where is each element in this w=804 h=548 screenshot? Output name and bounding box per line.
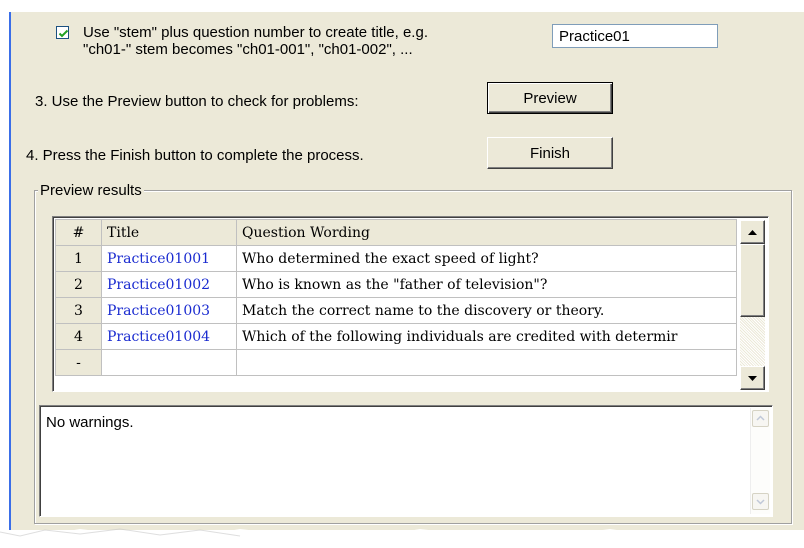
row-number: 1 bbox=[55, 245, 102, 272]
warnings-scroll-up-button[interactable] bbox=[752, 410, 769, 427]
warnings-scroll-down-button[interactable] bbox=[752, 493, 769, 510]
preview-button[interactable]: Preview bbox=[487, 82, 613, 114]
use-stem-label: Use "stem" plus question number to creat… bbox=[83, 24, 428, 58]
row-wording[interactable]: Which of the following individuals are c… bbox=[236, 323, 737, 350]
column-header-number[interactable]: # bbox=[55, 219, 102, 246]
column-header-title[interactable]: Title bbox=[101, 219, 237, 246]
warnings-text: No warnings. bbox=[46, 414, 134, 431]
torn-edge-bottom bbox=[0, 528, 804, 548]
grid-vertical-scrollbar[interactable] bbox=[740, 220, 765, 390]
row-title[interactable] bbox=[101, 349, 237, 376]
header-row: # Title Question Wording bbox=[55, 219, 737, 246]
row-title[interactable]: Practice01003 bbox=[101, 297, 237, 324]
row-number: 4 bbox=[55, 323, 102, 350]
column-header-wording[interactable]: Question Wording bbox=[236, 219, 737, 246]
use-stem-checkbox[interactable] bbox=[56, 26, 69, 39]
row-wording[interactable]: Who determined the exact speed of light? bbox=[236, 245, 737, 272]
scroll-up-button[interactable] bbox=[740, 220, 765, 244]
table-row[interactable]: 4 Practice01004 Which of the following i… bbox=[55, 323, 737, 350]
row-title[interactable]: Practice01004 bbox=[101, 323, 237, 350]
use-stem-label-line1: Use "stem" plus question number to creat… bbox=[83, 24, 428, 41]
row-title[interactable]: Practice01002 bbox=[101, 271, 237, 298]
warnings-box[interactable]: No warnings. bbox=[39, 405, 773, 517]
row-wording[interactable]: Match the correct name to the discovery … bbox=[236, 297, 737, 324]
row-wording[interactable] bbox=[236, 349, 737, 376]
checkmark-icon bbox=[58, 29, 69, 38]
scroll-track[interactable] bbox=[740, 317, 765, 366]
preview-results-label: Preview results bbox=[38, 182, 144, 200]
row-title[interactable]: Practice01001 bbox=[101, 245, 237, 272]
row-wording[interactable]: Who is known as the "father of televisio… bbox=[236, 271, 737, 298]
table-row[interactable]: - bbox=[55, 349, 737, 376]
table-row[interactable]: 2 Practice01002 Who is known as the "fat… bbox=[55, 271, 737, 298]
stem-input[interactable] bbox=[552, 24, 718, 48]
row-number: 3 bbox=[55, 297, 102, 324]
scroll-thumb[interactable] bbox=[740, 244, 765, 317]
torn-edge-top bbox=[0, 0, 804, 12]
warnings-scrollbar[interactable] bbox=[750, 408, 770, 514]
finish-instruction: 4. Press the Finish button to complete t… bbox=[26, 147, 364, 164]
use-stem-label-line2: "ch01-" stem becomes "ch01-001", "ch01-0… bbox=[83, 41, 413, 58]
preview-instruction: 3. Use the Preview button to check for p… bbox=[35, 93, 359, 110]
preview-results-grid[interactable]: # Title Question Wording 1 Practice01001… bbox=[52, 216, 769, 392]
results-table: # Title Question Wording 1 Practice01001… bbox=[55, 219, 737, 376]
row-number: 2 bbox=[55, 271, 102, 298]
arrow-down-icon bbox=[748, 376, 757, 381]
chevron-down-icon bbox=[756, 499, 765, 505]
finish-button[interactable]: Finish bbox=[487, 137, 613, 169]
chevron-up-icon bbox=[756, 415, 765, 421]
row-number: - bbox=[55, 349, 102, 376]
table-row[interactable]: 1 Practice01001 Who determined the exact… bbox=[55, 245, 737, 272]
table-row[interactable]: 3 Practice01003 Match the correct name t… bbox=[55, 297, 737, 324]
arrow-up-icon bbox=[748, 230, 757, 235]
scroll-down-button[interactable] bbox=[740, 366, 765, 390]
